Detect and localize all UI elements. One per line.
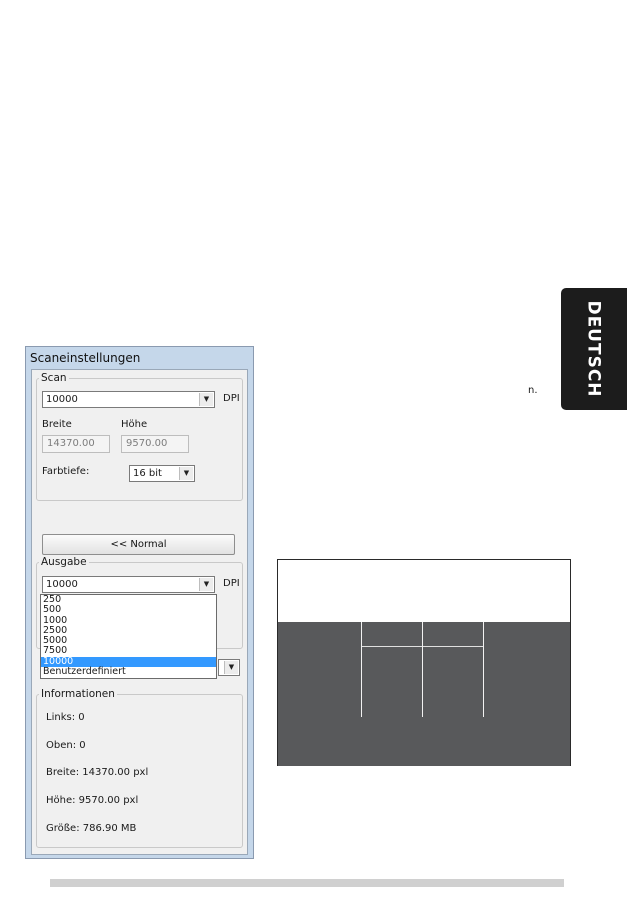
scan-height-label: Höhe (121, 419, 148, 430)
scan-dpi-value: 10000 (46, 394, 78, 405)
color-depth-combobox[interactable]: 16 bit ▼ (129, 465, 195, 482)
info-height: Höhe: 9570.00 pxl (46, 795, 139, 806)
chevron-down-icon[interactable]: ▼ (224, 661, 238, 674)
dpi-option[interactable]: 250 (41, 594, 216, 605)
hidden-combobox[interactable]: ▼ (218, 659, 240, 676)
output-dpi-combobox[interactable]: 10000 ▼ (42, 576, 215, 593)
language-tab: DEUTSCH (561, 288, 627, 410)
illustration-dark-area (278, 622, 570, 766)
language-tab-label: DEUTSCH (584, 300, 605, 398)
chevron-down-icon[interactable]: ▼ (199, 393, 213, 406)
window-client-area: Scan 10000 ▼ DPI Breite Höhe 14370.00 95… (31, 369, 248, 855)
scan-width-label: Breite (42, 419, 72, 430)
scan-width-field[interactable]: 14370.00 (42, 435, 110, 453)
scan-group-legend: Scan (41, 372, 67, 384)
color-depth-label: Farbtiefe: (42, 466, 90, 477)
info-size: Größe: 786.90 MB (46, 823, 137, 834)
dpi-option[interactable]: 500 (41, 604, 216, 615)
output-dpi-dropdown-list[interactable]: 250 500 1000 2500 5000 7500 10000 Benutzerdefin… (40, 594, 217, 679)
scan-dpi-unit: DPI (223, 393, 240, 404)
dpi-option[interactable]: 1000 (41, 615, 216, 626)
chevron-down-icon[interactable]: ▼ (199, 578, 213, 591)
scan-dpi-combobox[interactable]: 10000 ▼ (42, 391, 215, 408)
stray-text: n. (528, 385, 538, 396)
dpi-option[interactable]: 5000 (41, 635, 216, 646)
divider-line (423, 646, 483, 647)
divider-line (361, 622, 362, 717)
divider-line (483, 622, 484, 717)
info-left: Links: 0 (46, 712, 85, 723)
illustration-panel (277, 559, 571, 766)
divider-line (362, 646, 422, 647)
output-dpi-unit: DPI (223, 578, 240, 589)
window-title: Scaneinstellungen (30, 351, 141, 365)
dpi-option[interactable]: 2500 (41, 625, 216, 636)
info-group-legend: Informationen (41, 688, 115, 700)
scan-height-field[interactable]: 9570.00 (121, 435, 189, 453)
dpi-option[interactable]: Benutzerdefiniert (41, 666, 216, 677)
info-top: Oben: 0 (46, 740, 86, 751)
color-depth-value: 16 bit (133, 468, 162, 479)
output-dpi-value: 10000 (46, 579, 78, 590)
normal-mode-button[interactable]: << Normal (42, 534, 235, 555)
info-width: Breite: 14370.00 pxl (46, 767, 149, 778)
footer-bar (50, 879, 564, 887)
chevron-down-icon[interactable]: ▼ (179, 467, 193, 480)
scan-settings-window: Scaneinstellungen Scan 10000 ▼ DPI Breit… (25, 346, 254, 859)
output-group-legend: Ausgabe (41, 556, 87, 568)
divider-line (422, 622, 423, 717)
